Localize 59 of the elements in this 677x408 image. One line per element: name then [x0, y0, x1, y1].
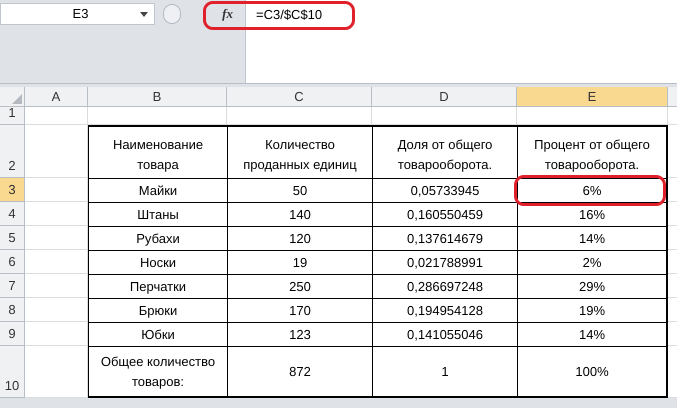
table-cell: Майки — [88, 178, 227, 202]
select-all-button[interactable] — [0, 87, 25, 107]
table-cell: 120 — [227, 226, 372, 250]
name-box[interactable]: E3 — [0, 3, 155, 25]
header-cell: Наименование товара — [88, 125, 227, 178]
resize-handle[interactable] — [163, 4, 181, 24]
table-cell: 872 — [227, 346, 372, 398]
table-cell: 2% — [517, 250, 668, 274]
table-cell: 140 — [227, 202, 372, 226]
table-cell: 19% — [517, 298, 668, 322]
table-cell: 19 — [227, 250, 372, 274]
header-cell: Доля от общего товарооборота. — [372, 125, 517, 178]
table-cell: 1 — [372, 346, 517, 398]
table-cell: 29% — [517, 274, 668, 298]
table-cell: 0,05733945 — [372, 178, 517, 202]
column-header[interactable]: B — [88, 87, 227, 107]
formula-text[interactable]: =C3/$C$10 — [256, 7, 322, 22]
column-header[interactable]: E — [517, 87, 668, 107]
row-header[interactable]: 1 — [0, 107, 25, 125]
insert-function-button[interactable]: fx — [222, 4, 233, 24]
column-header[interactable]: A — [25, 87, 88, 107]
table-cell: 0,021788991 — [372, 250, 517, 274]
table-cell: Штаны — [88, 202, 227, 226]
table-cell: Перчатки — [88, 274, 227, 298]
table-cell: 0,160550459 — [372, 202, 517, 226]
table-cell: 50 — [227, 178, 372, 202]
table-cell: 123 — [227, 322, 372, 346]
table-cell: Носки — [88, 250, 227, 274]
row-header[interactable]: 4 — [0, 202, 25, 226]
row-header[interactable]: 5 — [0, 226, 25, 250]
column-header[interactable]: C — [227, 87, 372, 107]
row-header[interactable]: 6 — [0, 250, 25, 274]
table-cell: Общее количество товаров: — [88, 346, 227, 398]
caret-icon — [140, 12, 148, 16]
table-cell: 100% — [517, 346, 668, 398]
table-cell: 0,141055046 — [372, 322, 517, 346]
column-header[interactable]: D — [372, 87, 517, 107]
table-cell: Юбки — [88, 322, 227, 346]
column-header[interactable] — [668, 87, 677, 107]
header-cell: Процент от общего товарооборота. — [517, 125, 668, 178]
table-cell: 14% — [517, 322, 668, 346]
table-cell: Брюки — [88, 298, 227, 322]
row-header[interactable]: 7 — [0, 274, 25, 298]
table-cell: 0,286697248 — [372, 274, 517, 298]
table-cell: 0,194954128 — [372, 298, 517, 322]
row-header[interactable]: 10 — [0, 346, 25, 398]
row-header[interactable]: 3 — [0, 178, 25, 202]
table-cell: 250 — [227, 274, 372, 298]
row-header[interactable]: 9 — [0, 322, 25, 346]
table-cell: Рубахи — [88, 226, 227, 250]
header-cell: Количество проданных единиц — [227, 125, 372, 178]
cell-reference: E3 — [72, 5, 90, 24]
triangle-icon — [12, 94, 22, 104]
table-cell: 170 — [227, 298, 372, 322]
table-cell: 14% — [517, 226, 668, 250]
row-header[interactable]: 8 — [0, 298, 25, 322]
table-cell: 0,137614679 — [372, 226, 517, 250]
row-header[interactable]: 2 — [0, 125, 25, 178]
table-cell: 6% — [517, 178, 668, 202]
